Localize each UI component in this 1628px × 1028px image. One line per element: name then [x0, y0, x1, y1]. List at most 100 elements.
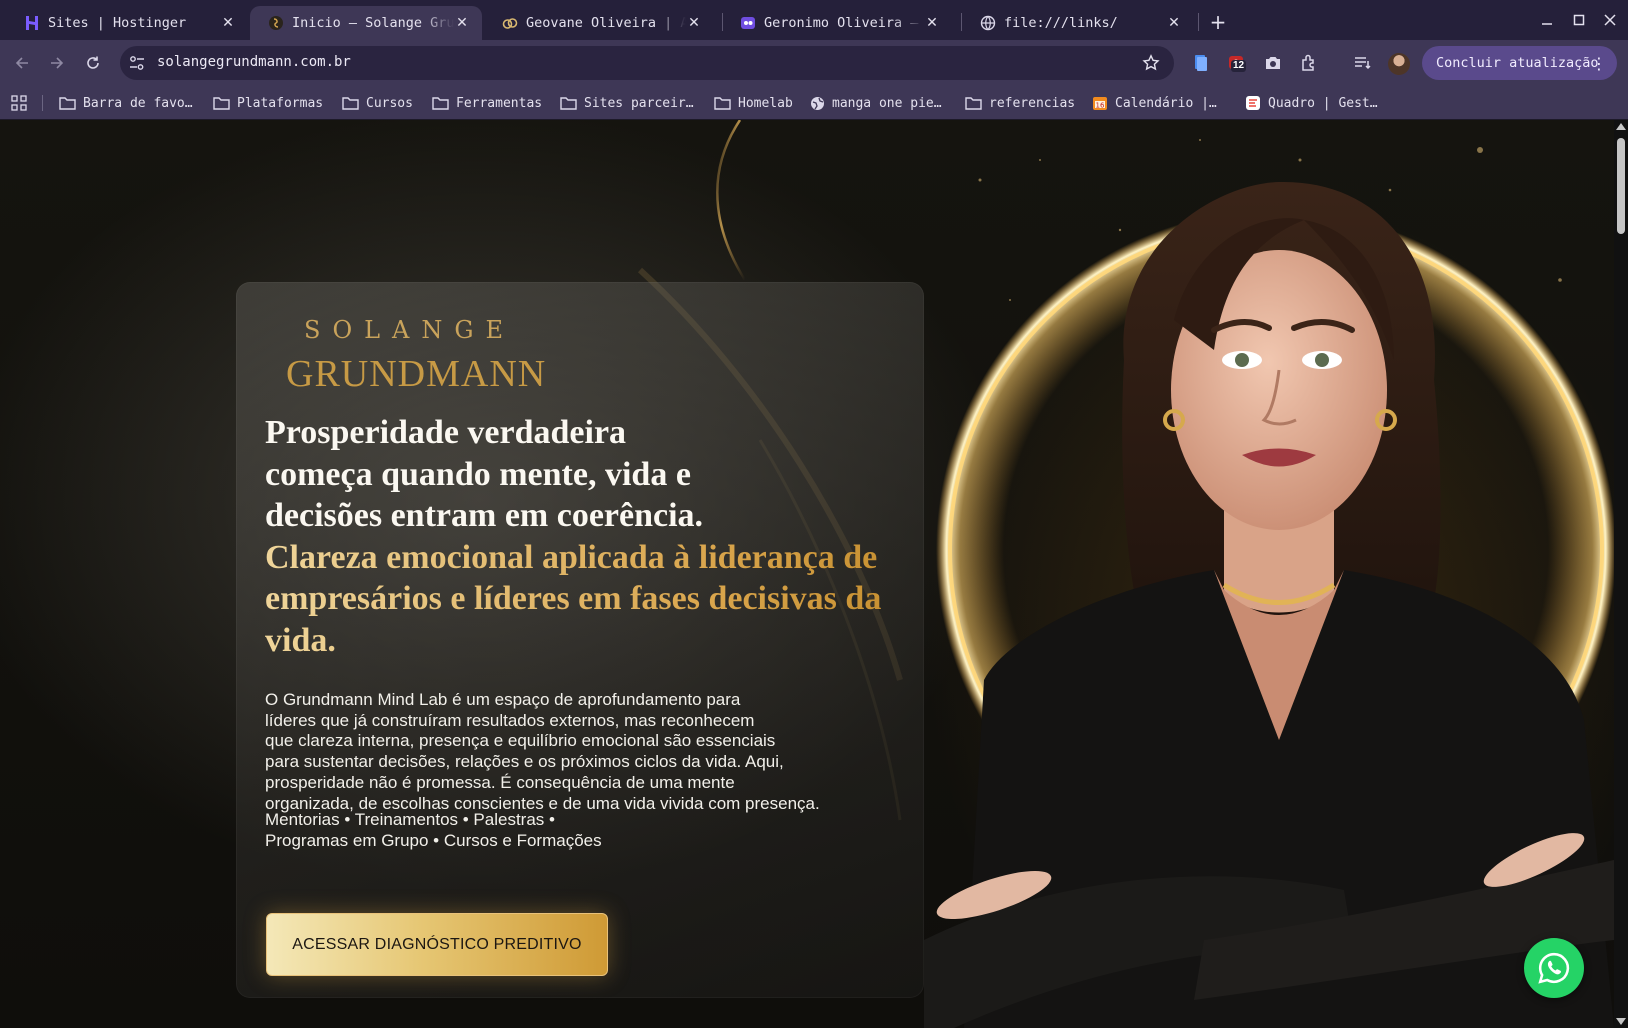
url-text: solangegrundmann.com.br — [157, 54, 351, 70]
headline-gold-line: vida. — [265, 620, 905, 662]
folder-icon — [965, 97, 982, 110]
tab-hostinger[interactable]: Sites | Hostinger ✕ — [6, 6, 248, 40]
svg-text:16: 16 — [1096, 102, 1105, 110]
tab-title: file:///links/ — [1004, 15, 1118, 31]
diagnostic-cta-button[interactable]: ACESSAR DIAGNÓSTICO PREDITIVO — [266, 913, 608, 976]
services-list: Mentorias • Treinamentos • Palestras • P… — [265, 810, 685, 851]
bookmark-item[interactable]: Cursos — [342, 93, 413, 113]
bookmark-label: Calendário |… — [1115, 95, 1217, 111]
folder-icon — [59, 97, 76, 110]
folder-icon — [432, 97, 449, 110]
webpage-viewport: SOLANGE GRUNDMANN Prosperidade verdadeir… — [0, 120, 1614, 1028]
close-icon[interactable]: ✕ — [220, 15, 236, 31]
browser-toolbar: solangegrundmann.com.br — [0, 40, 1628, 86]
services-line: Programas em Grupo • Cursos e Formações — [265, 830, 602, 850]
scroll-down-arrow[interactable] — [1616, 1018, 1626, 1025]
bookmark-item[interactable]: Quadro | Gest… — [1245, 93, 1378, 113]
bookmarks-separator — [42, 95, 43, 111]
description-line: O Grundmann Mind Lab é um espaço de apro… — [265, 690, 741, 709]
bookmark-label: Homelab — [738, 95, 793, 111]
tab-geronimo[interactable]: Geronimo Oliveira – D ✕ — [722, 6, 952, 40]
headline-gold-line: Clareza emocional aplicada à liderança d… — [265, 537, 905, 579]
board-icon — [1246, 96, 1260, 110]
tab-geovane[interactable]: Geovane Oliveira | Ad ✕ — [484, 6, 714, 40]
close-icon[interactable]: ✕ — [454, 15, 470, 31]
apps-grid-icon[interactable] — [11, 93, 27, 113]
tab-title: Geovane Oliveira | Ad — [526, 15, 686, 31]
brand-logo-bottom: GRUNDMANN — [286, 353, 547, 395]
bookmark-item[interactable]: Ferramentas — [432, 93, 542, 113]
bookmark-item[interactable]: referencias — [965, 93, 1075, 113]
tab-separator — [1198, 13, 1199, 31]
address-bar[interactable]: solangegrundmann.com.br — [120, 46, 1174, 80]
scroll-thumb[interactable] — [1617, 138, 1625, 234]
headline-line: Prosperidade verdadeira — [265, 414, 627, 451]
hostinger-icon — [24, 15, 40, 31]
bookmark-label: Plataformas — [237, 95, 324, 111]
bookmark-item[interactable]: 16 Calendário |… — [1092, 93, 1217, 113]
hero-headline: Prosperidade verdadeira começa quando me… — [265, 412, 905, 661]
update-button-label: Concluir atualização — [1436, 55, 1599, 71]
geronimo-favicon — [740, 15, 756, 31]
tab-title: Sites | Hostinger — [48, 15, 187, 31]
maximize-icon[interactable] — [1565, 8, 1593, 32]
profile-avatar[interactable] — [1388, 53, 1410, 75]
bookmarks-bar: Barra de favo… Plataformas Cursos Ferram… — [0, 86, 1628, 120]
services-line: Mentorias • Treinamentos • Palestras • — [265, 810, 555, 829]
site-settings-icon[interactable] — [128, 54, 146, 72]
bookmark-label: Quadro | Gest… — [1268, 95, 1378, 111]
bookmark-label: Sites parceir… — [584, 95, 694, 111]
kebab-menu-icon[interactable]: ⋮ — [1591, 54, 1607, 73]
bookmark-label: Cursos — [366, 95, 413, 111]
headline-line: decisões entram em coerência. — [265, 497, 704, 534]
extension-docs-icon[interactable] — [1190, 52, 1212, 74]
bookmark-item[interactable]: manga one pie… — [810, 93, 942, 113]
globe-icon — [980, 15, 996, 31]
folder-icon — [560, 97, 577, 110]
calendar-icon: 16 — [1093, 97, 1107, 110]
close-window-icon[interactable] — [1596, 8, 1624, 32]
close-icon[interactable]: ✕ — [924, 15, 940, 31]
bookmark-star-icon[interactable] — [1142, 54, 1160, 72]
bookmark-label: Barra de favo… — [83, 95, 193, 111]
camera-icon[interactable] — [1262, 52, 1284, 74]
portrait-photo — [924, 181, 1614, 1028]
headline-line: começa quando mente, vida e — [265, 455, 691, 493]
extensions-puzzle-icon[interactable] — [1298, 52, 1320, 74]
tab-title: Geronimo Oliveira – D — [764, 15, 924, 31]
solange-favicon — [268, 15, 284, 31]
new-tab-button[interactable]: + — [1204, 8, 1232, 36]
close-icon[interactable]: ✕ — [1166, 15, 1182, 31]
whatsapp-chat-button[interactable] — [1524, 938, 1584, 998]
whatsapp-icon — [1538, 952, 1570, 984]
bookmark-label: manga one pie… — [832, 95, 942, 111]
folder-icon — [714, 97, 731, 110]
description-line: líderes que já construíram resultados ex… — [265, 710, 755, 730]
bookmark-item[interactable]: Plataformas — [213, 93, 323, 113]
description-line: para sustentar decisões, relações e os p… — [265, 752, 784, 772]
back-icon[interactable] — [8, 49, 36, 77]
minimize-icon[interactable] — [1533, 8, 1561, 32]
bookmark-item[interactable]: Homelab — [714, 93, 793, 113]
bookmark-item[interactable]: Sites parceir… — [560, 93, 694, 113]
forward-icon[interactable] — [43, 49, 71, 77]
reading-list-icon[interactable] — [1352, 52, 1374, 74]
description-line: que clareza interna, presença e equilíbr… — [265, 731, 776, 751]
close-icon[interactable]: ✕ — [686, 15, 702, 31]
extension-badge: 12 — [1231, 60, 1247, 72]
scroll-up-arrow[interactable] — [1616, 123, 1626, 130]
tab-solange[interactable]: Inicio – Solange Grundmann ✕ — [250, 6, 482, 40]
bookmark-label: referencias — [989, 95, 1076, 111]
update-button[interactable]: Concluir atualização ⋮ — [1422, 46, 1617, 80]
geovane-favicon — [502, 15, 518, 31]
page-scrollbar[interactable] — [1614, 120, 1628, 1028]
globe-icon — [811, 96, 824, 110]
reload-icon[interactable] — [79, 49, 107, 77]
bookmark-label: Ferramentas — [456, 95, 543, 111]
hero-description: O Grundmann Mind Lab é um espaço de apro… — [265, 690, 855, 814]
brand-logo-top: SOLANGE — [304, 316, 516, 344]
folder-icon — [213, 97, 230, 110]
tab-file-links[interactable]: file:///links/ ✕ — [962, 6, 1194, 40]
folder-icon — [342, 97, 359, 110]
bookmark-item[interactable]: Barra de favo… — [59, 93, 193, 113]
